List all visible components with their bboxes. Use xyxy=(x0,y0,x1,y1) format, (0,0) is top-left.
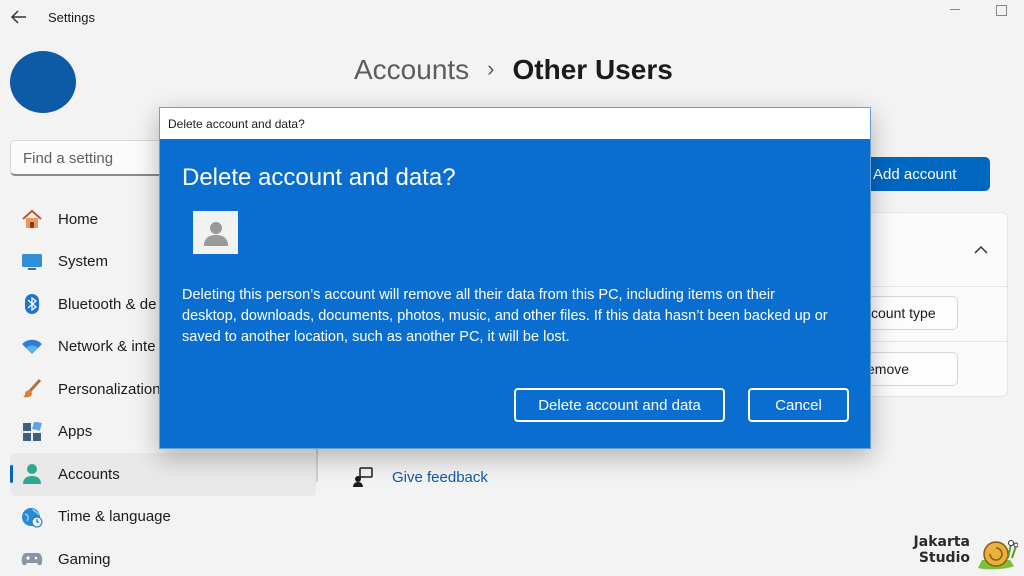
breadcrumb-parent[interactable]: Accounts xyxy=(354,54,469,86)
chevron-up-icon[interactable] xyxy=(970,240,992,258)
sidebar-item-gaming[interactable]: Gaming xyxy=(10,538,316,576)
delete-account-button[interactable]: Delete account and data xyxy=(514,388,725,422)
delete-account-dialog: Delete account and data? Delete account … xyxy=(159,107,871,449)
home-icon xyxy=(20,207,44,231)
snail-mascot-icon xyxy=(976,534,1019,572)
sidebar-item-label: Time & language xyxy=(58,508,171,526)
dialog-title-bar: Delete account and data? xyxy=(160,108,870,139)
sidebar-item-label: Accounts xyxy=(58,465,120,483)
controller-icon xyxy=(20,547,44,571)
watermark-line2: Studio xyxy=(918,550,970,566)
person-icon xyxy=(20,462,44,486)
avatar[interactable] xyxy=(10,51,76,113)
back-arrow-icon[interactable] xyxy=(10,8,28,26)
watermark-line1: Jakarta xyxy=(913,534,970,550)
sidebar-item-label: Personalization xyxy=(58,380,161,398)
breadcrumb: Accounts › Other Users xyxy=(354,54,673,86)
brush-icon xyxy=(20,377,44,401)
watermark-logo: Jakarta Studio xyxy=(904,534,1020,572)
title-bar: Settings xyxy=(0,0,1024,34)
sidebar-item-accounts[interactable]: Accounts xyxy=(10,453,316,496)
window-controls xyxy=(932,0,1024,20)
feedback-label: Give feedback xyxy=(392,468,488,486)
wifi-icon xyxy=(20,335,44,359)
dialog-window-title: Delete account and data? xyxy=(168,117,305,131)
scroll-divider xyxy=(316,448,318,482)
breadcrumb-separator: › xyxy=(487,56,495,81)
panel-divider xyxy=(860,341,1008,342)
dialog-message: Deleting this person’s account will remo… xyxy=(182,287,828,345)
sidebar-item-label: Apps xyxy=(58,423,93,441)
feedback-icon xyxy=(352,466,374,488)
dialog-heading: Delete account and data? xyxy=(182,164,456,191)
sidebar-item-label: Gaming xyxy=(58,550,111,568)
monitor-icon xyxy=(20,250,44,274)
bluetooth-icon xyxy=(20,292,44,316)
apps-icon xyxy=(20,420,44,444)
maximize-icon[interactable] xyxy=(978,0,1024,20)
app-title: Settings xyxy=(48,10,95,25)
add-account-button[interactable]: Add account xyxy=(860,157,990,191)
sidebar-item-label: System xyxy=(58,253,109,271)
globe-clock-icon xyxy=(20,505,44,529)
sidebar-item-label: Bluetooth & de xyxy=(58,295,157,313)
give-feedback-link[interactable]: Give feedback xyxy=(352,466,488,488)
minimize-icon[interactable] xyxy=(932,0,978,20)
sidebar-item-label: Network & inte xyxy=(58,338,156,356)
sidebar-item-label: Home xyxy=(58,210,99,228)
panel-divider xyxy=(860,286,1008,287)
watermark-text: Jakarta Studio xyxy=(904,534,970,566)
search-placeholder: Find a setting xyxy=(23,150,114,167)
user-placeholder-icon xyxy=(193,211,238,254)
sidebar-item-time-language[interactable]: Time & language xyxy=(10,496,316,539)
cancel-button[interactable]: Cancel xyxy=(748,388,849,422)
page-title: Other Users xyxy=(512,54,673,85)
